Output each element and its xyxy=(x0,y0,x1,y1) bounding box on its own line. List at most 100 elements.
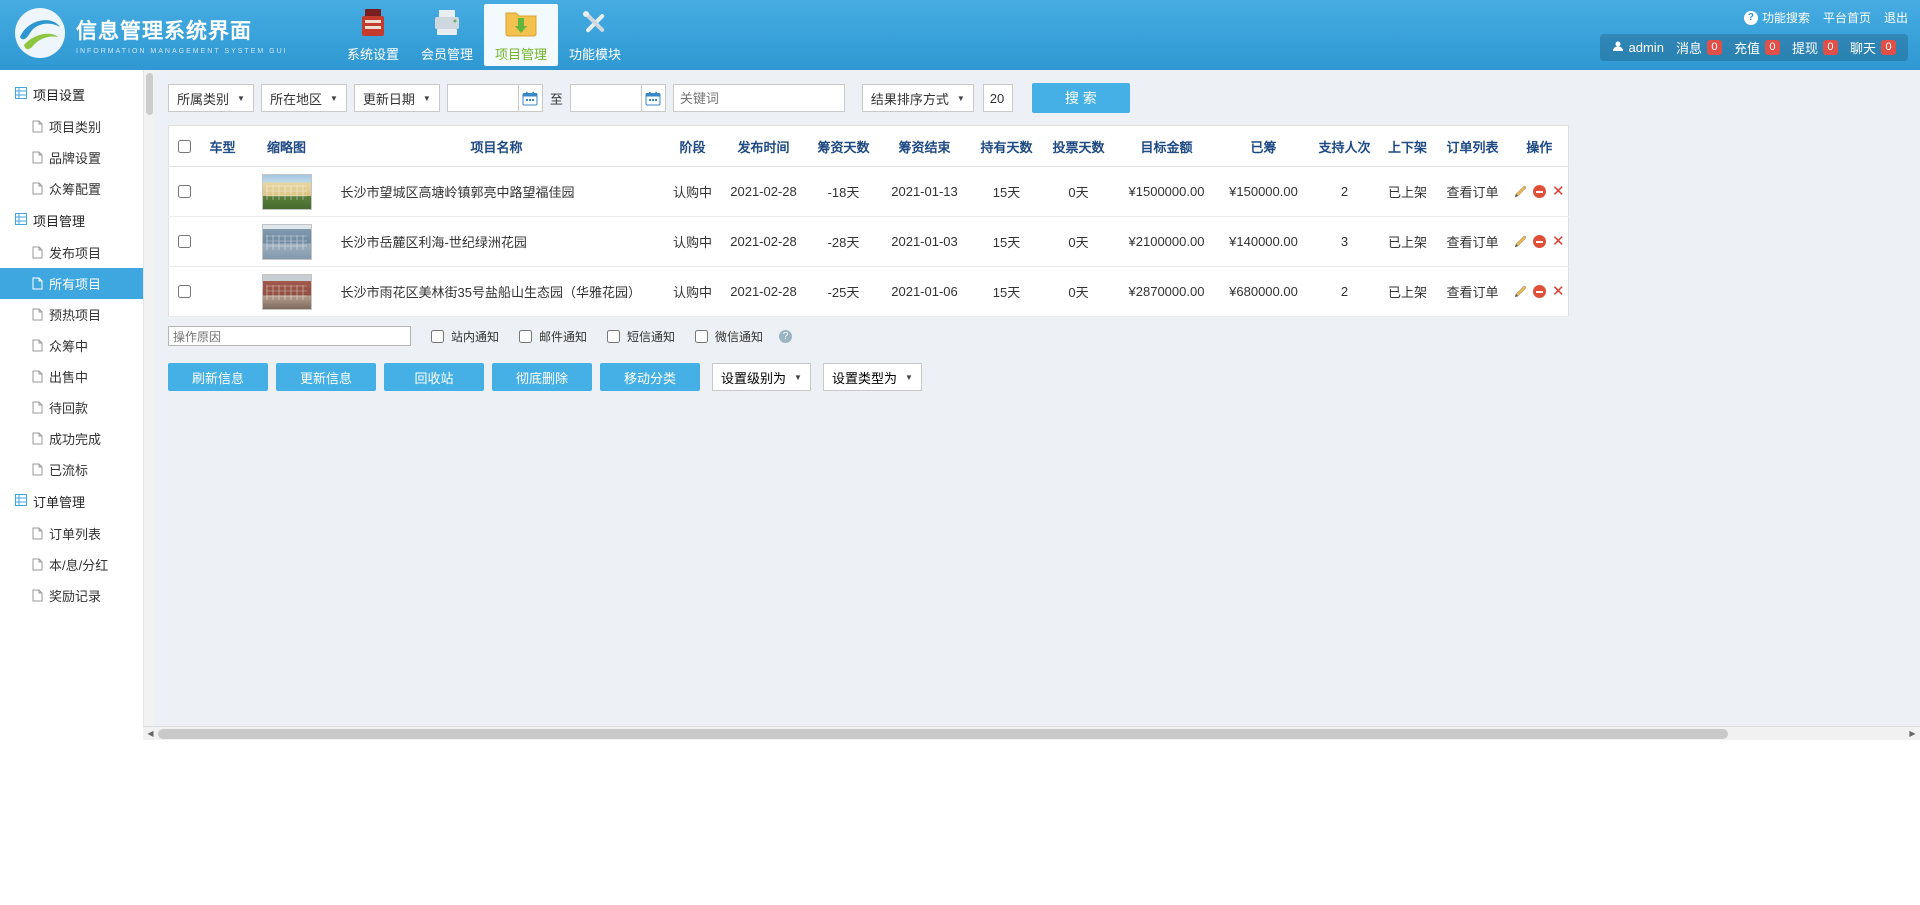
scroll-right-arrow-icon[interactable]: ▶ xyxy=(1905,729,1920,738)
sidebar-item-crowdfund-config[interactable]: 众筹配置 xyxy=(0,173,143,204)
help-icon[interactable]: ? xyxy=(779,330,792,343)
set-level-select[interactable]: 设置级别为 ▼ xyxy=(712,363,811,391)
update-info-button[interactable]: 更新信息 xyxy=(276,363,376,391)
sort-select[interactable]: 结果排序方式 ▼ xyxy=(862,84,974,112)
view-orders-link[interactable]: 查看订单 xyxy=(1435,167,1511,217)
notify-wechat-checkbox[interactable] xyxy=(695,330,708,343)
row-checkbox[interactable] xyxy=(178,185,191,198)
delete-icon[interactable]: ✕ xyxy=(1552,284,1565,299)
sidebar-item-all-projects[interactable]: 所有项目 xyxy=(0,268,143,299)
sidebar-item-principal-interest-dividend[interactable]: 本/息/分红 xyxy=(0,549,143,580)
function-search-link[interactable]: 功能搜索 xyxy=(1762,9,1810,26)
notify-wechat-option[interactable]: 微信通知 xyxy=(691,327,763,346)
operations-cell: ✕ xyxy=(1511,217,1569,267)
raise-end-cell: 2021-01-13 xyxy=(879,167,971,217)
sidebar-section-order-management[interactable]: 订单管理 xyxy=(0,485,143,518)
notify-site-label: 站内通知 xyxy=(451,328,499,345)
notify-site-option[interactable]: 站内通知 xyxy=(427,327,499,346)
vertical-scrollbar[interactable] xyxy=(143,70,154,726)
view-orders-link[interactable]: 查看订单 xyxy=(1435,217,1511,267)
raise-end-cell: 2021-01-06 xyxy=(879,267,971,317)
scroll-left-arrow-icon[interactable]: ◀ xyxy=(143,729,158,738)
row-select-cell xyxy=(169,267,199,317)
delete-icon[interactable]: ✕ xyxy=(1552,184,1565,199)
sidebar-section-project-management[interactable]: 项目管理 xyxy=(0,204,143,237)
supporters-cell: 3 xyxy=(1309,217,1381,267)
operations-cell: ✕ xyxy=(1511,167,1569,217)
sidebar-item-publish-project[interactable]: 发布项目 xyxy=(0,237,143,268)
keyword-input[interactable] xyxy=(673,84,845,112)
notify-sms-checkbox[interactable] xyxy=(607,330,620,343)
filter-update-date-select[interactable]: 更新日期 ▼ xyxy=(354,84,440,112)
stage-cell: 认购中 xyxy=(667,267,719,317)
withdraw-stat[interactable]: 提现 0 xyxy=(1792,38,1838,57)
platform-home-link[interactable]: 平台首页 xyxy=(1823,9,1871,26)
project-name-cell: 长沙市望城区高塘岭镇郭亮中路望福佳园 xyxy=(327,167,667,217)
logout-link[interactable]: 退出 xyxy=(1884,9,1908,26)
raise-days-cell: -25天 xyxy=(809,267,879,317)
operations-cell: ✕ xyxy=(1511,267,1569,317)
filter-bar: 所属类别 ▼ 所在地区 ▼ 更新日期 ▼ 至 结果排序方式 ▼ 搜 索 xyxy=(168,83,1920,113)
filter-region-select[interactable]: 所在地区 ▼ xyxy=(261,84,347,112)
delete-forever-button[interactable]: 彻底删除 xyxy=(492,363,592,391)
calendar-icon[interactable] xyxy=(642,84,666,112)
recycle-bin-button[interactable]: 回收站 xyxy=(384,363,484,391)
disable-icon[interactable] xyxy=(1533,235,1546,248)
hold-days-cell: 15天 xyxy=(971,217,1043,267)
current-user[interactable]: admin xyxy=(1612,40,1664,55)
search-button[interactable]: 搜 索 xyxy=(1032,83,1130,113)
chat-label: 聊天 xyxy=(1850,38,1876,57)
page-size-input[interactable] xyxy=(983,84,1013,112)
recharge-stat[interactable]: 充值 0 xyxy=(1734,38,1780,57)
move-category-button[interactable]: 移动分类 xyxy=(600,363,700,391)
notify-sms-option[interactable]: 短信通知 xyxy=(603,327,675,346)
chat-stat[interactable]: 聊天 0 xyxy=(1850,38,1896,57)
sidebar-item-reward-records[interactable]: 奖励记录 xyxy=(0,580,143,611)
sidebar-item-completed[interactable]: 成功完成 xyxy=(0,423,143,454)
nav-item-function-modules[interactable]: 功能模块 xyxy=(558,4,632,66)
nav-item-project-management[interactable]: 项目管理 xyxy=(484,4,558,66)
sidebar-item-order-list[interactable]: 订单列表 xyxy=(0,518,143,549)
delete-icon[interactable]: ✕ xyxy=(1552,234,1565,249)
edit-icon[interactable] xyxy=(1514,185,1527,198)
sidebar-item-on-sale[interactable]: 出售中 xyxy=(0,361,143,392)
sidebar-item-brand-settings[interactable]: 品牌设置 xyxy=(0,142,143,173)
filter-update-date-label: 更新日期 xyxy=(363,89,415,108)
sidebar-section-project-settings[interactable]: 项目设置 xyxy=(0,78,143,111)
select-all-checkbox[interactable] xyxy=(178,140,191,153)
notify-wechat-label: 微信通知 xyxy=(715,328,763,345)
date-to-input[interactable] xyxy=(570,84,642,112)
nav-item-member-management[interactable]: 会员管理 xyxy=(410,4,484,66)
view-orders-link[interactable]: 查看订单 xyxy=(1435,267,1511,317)
notify-email-option[interactable]: 邮件通知 xyxy=(515,327,587,346)
sidebar-item-failed-bid[interactable]: 已流标 xyxy=(0,454,143,485)
chat-badge: 0 xyxy=(1881,40,1896,55)
notify-email-checkbox[interactable] xyxy=(519,330,532,343)
edit-icon[interactable] xyxy=(1514,285,1527,298)
vertical-scrollbar-thumb[interactable] xyxy=(146,73,153,115)
edit-icon[interactable] xyxy=(1514,235,1527,248)
sidebar-item-crowdfunding[interactable]: 众筹中 xyxy=(0,330,143,361)
messages-stat[interactable]: 消息 0 xyxy=(1676,38,1722,57)
brand-text: 信息管理系统界面 INFORMATION MANAGEMENT SYSTEM G… xyxy=(76,15,288,55)
sidebar-item-pending-repayment[interactable]: 待回款 xyxy=(0,392,143,423)
reason-textarea[interactable] xyxy=(168,326,411,346)
sidebar-item-project-category[interactable]: 项目类别 xyxy=(0,111,143,142)
filter-category-select[interactable]: 所属类别 ▼ xyxy=(168,84,254,112)
horizontal-scrollbar[interactable]: ◀ ▶ xyxy=(143,726,1920,740)
disable-icon[interactable] xyxy=(1533,185,1546,198)
row-select-cell xyxy=(169,167,199,217)
date-from-input[interactable] xyxy=(447,84,519,112)
calendar-icon[interactable] xyxy=(519,84,543,112)
row-checkbox[interactable] xyxy=(178,285,191,298)
date-to-label: 至 xyxy=(550,89,563,108)
sidebar-item-preheat-projects[interactable]: 预热项目 xyxy=(0,299,143,330)
nav-item-system-settings[interactable]: 系统设置 xyxy=(336,4,410,66)
horizontal-scrollbar-thumb[interactable] xyxy=(158,729,1728,739)
disable-icon[interactable] xyxy=(1533,285,1546,298)
row-checkbox[interactable] xyxy=(178,235,191,248)
refresh-info-button[interactable]: 刷新信息 xyxy=(168,363,268,391)
main-nav: 系统设置 会员管理 项目管理 xyxy=(336,0,632,70)
set-type-select[interactable]: 设置类型为 ▼ xyxy=(823,363,922,391)
notify-site-checkbox[interactable] xyxy=(431,330,444,343)
